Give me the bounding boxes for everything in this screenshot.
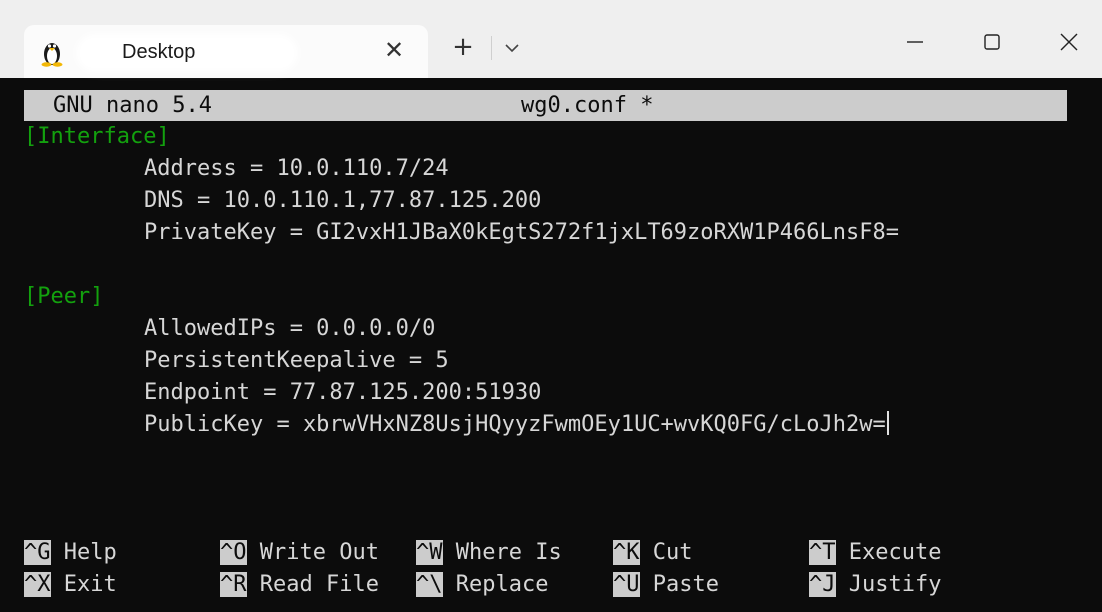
shortcut-label: Read File	[259, 572, 379, 597]
shortcut-key: ^K	[613, 540, 640, 565]
endpoint-line: Endpoint = 77.87.125.200:51930	[144, 380, 542, 405]
shortcut-label: Help	[63, 540, 117, 565]
app-version: GNU nano 5.4	[53, 93, 212, 118]
file-name: wg0.conf *	[521, 93, 654, 118]
public-key-line: PublicKey = xbrwVHxNZ8UsjHQyyzFwmOEy1UC+…	[144, 410, 889, 440]
shortcut-key: ^O	[220, 540, 247, 565]
close-window-icon[interactable]	[1049, 22, 1089, 62]
shortcut-key: ^T	[809, 540, 836, 565]
shortcut-replace[interactable]: ^\ Replace	[416, 570, 548, 600]
shortcut-key: ^R	[220, 572, 247, 597]
shortcut-help[interactable]: ^G Help	[24, 538, 117, 568]
nano-header: GNU nano 5.4 wg0.conf *	[24, 90, 1067, 121]
shortcut-key: ^X	[24, 572, 51, 597]
shortcut-key: ^U	[613, 572, 640, 597]
nano-editor[interactable]: GNU nano 5.4 wg0.conf * [Interface] Addr…	[24, 90, 1084, 610]
shortcut-paste[interactable]: ^U Paste	[613, 570, 719, 600]
title-bar: Desktop ✕ +	[0, 0, 1102, 78]
shortcut-label: Where Is	[455, 540, 562, 565]
shortcut-label: Cut	[652, 540, 693, 565]
shortcut-key: ^G	[24, 540, 51, 565]
interface-section-header: [Interface]	[24, 124, 170, 149]
tab-title: Desktop	[122, 41, 196, 63]
allowed-ips-line: AllowedIPs = 0.0.0.0/0	[144, 316, 436, 341]
public-key-text: PublicKey = xbrwVHxNZ8UsjHQyyzFwmOEy1UC+…	[144, 412, 886, 437]
shortcut-justify[interactable]: ^J Justify	[809, 570, 941, 600]
shortcut-label: Exit	[63, 572, 117, 597]
shortcut-label: Write Out	[259, 540, 379, 565]
chevron-down-icon[interactable]	[500, 36, 524, 60]
shortcut-read-file[interactable]: ^R Read File	[220, 570, 379, 600]
shortcut-key: ^\	[416, 572, 443, 597]
shortcut-key: ^J	[809, 572, 836, 597]
new-tab-button[interactable]: +	[449, 32, 477, 62]
text-cursor	[886, 411, 889, 435]
shortcut-label: Execute	[848, 540, 942, 565]
peer-section-header: [Peer]	[24, 284, 104, 309]
address-line: Address = 10.0.110.7/24	[144, 156, 449, 181]
shortcut-exit[interactable]: ^X Exit	[24, 570, 117, 600]
shortcut-execute[interactable]: ^T Execute	[809, 538, 941, 568]
shortcut-cut[interactable]: ^K Cut	[613, 538, 693, 568]
terminal-window: Desktop ✕ + GNU nano 5.4 wg0.conf * [Int…	[0, 0, 1102, 612]
shortcut-key: ^W	[416, 540, 443, 565]
shortcut-label: Paste	[652, 572, 719, 597]
close-tab-icon[interactable]: ✕	[382, 36, 406, 64]
minimize-icon[interactable]	[895, 22, 935, 62]
tab-desktop[interactable]: Desktop ✕	[24, 25, 428, 78]
shortcut-where-is[interactable]: ^W Where Is	[416, 538, 562, 568]
tab-divider	[491, 36, 492, 60]
private-key-line: PrivateKey = GI2vxH1JBaX0kEgtS272f1jxLT6…	[144, 220, 899, 245]
maximize-icon[interactable]	[972, 22, 1012, 62]
keepalive-line: PersistentKeepalive = 5	[144, 348, 449, 373]
dns-line: DNS = 10.0.110.1,77.87.125.200	[144, 188, 542, 213]
shortcut-write-out[interactable]: ^O Write Out	[220, 538, 379, 568]
linux-penguin-icon	[41, 43, 63, 67]
shortcut-label: Justify	[848, 572, 942, 597]
shortcut-label: Replace	[455, 572, 549, 597]
